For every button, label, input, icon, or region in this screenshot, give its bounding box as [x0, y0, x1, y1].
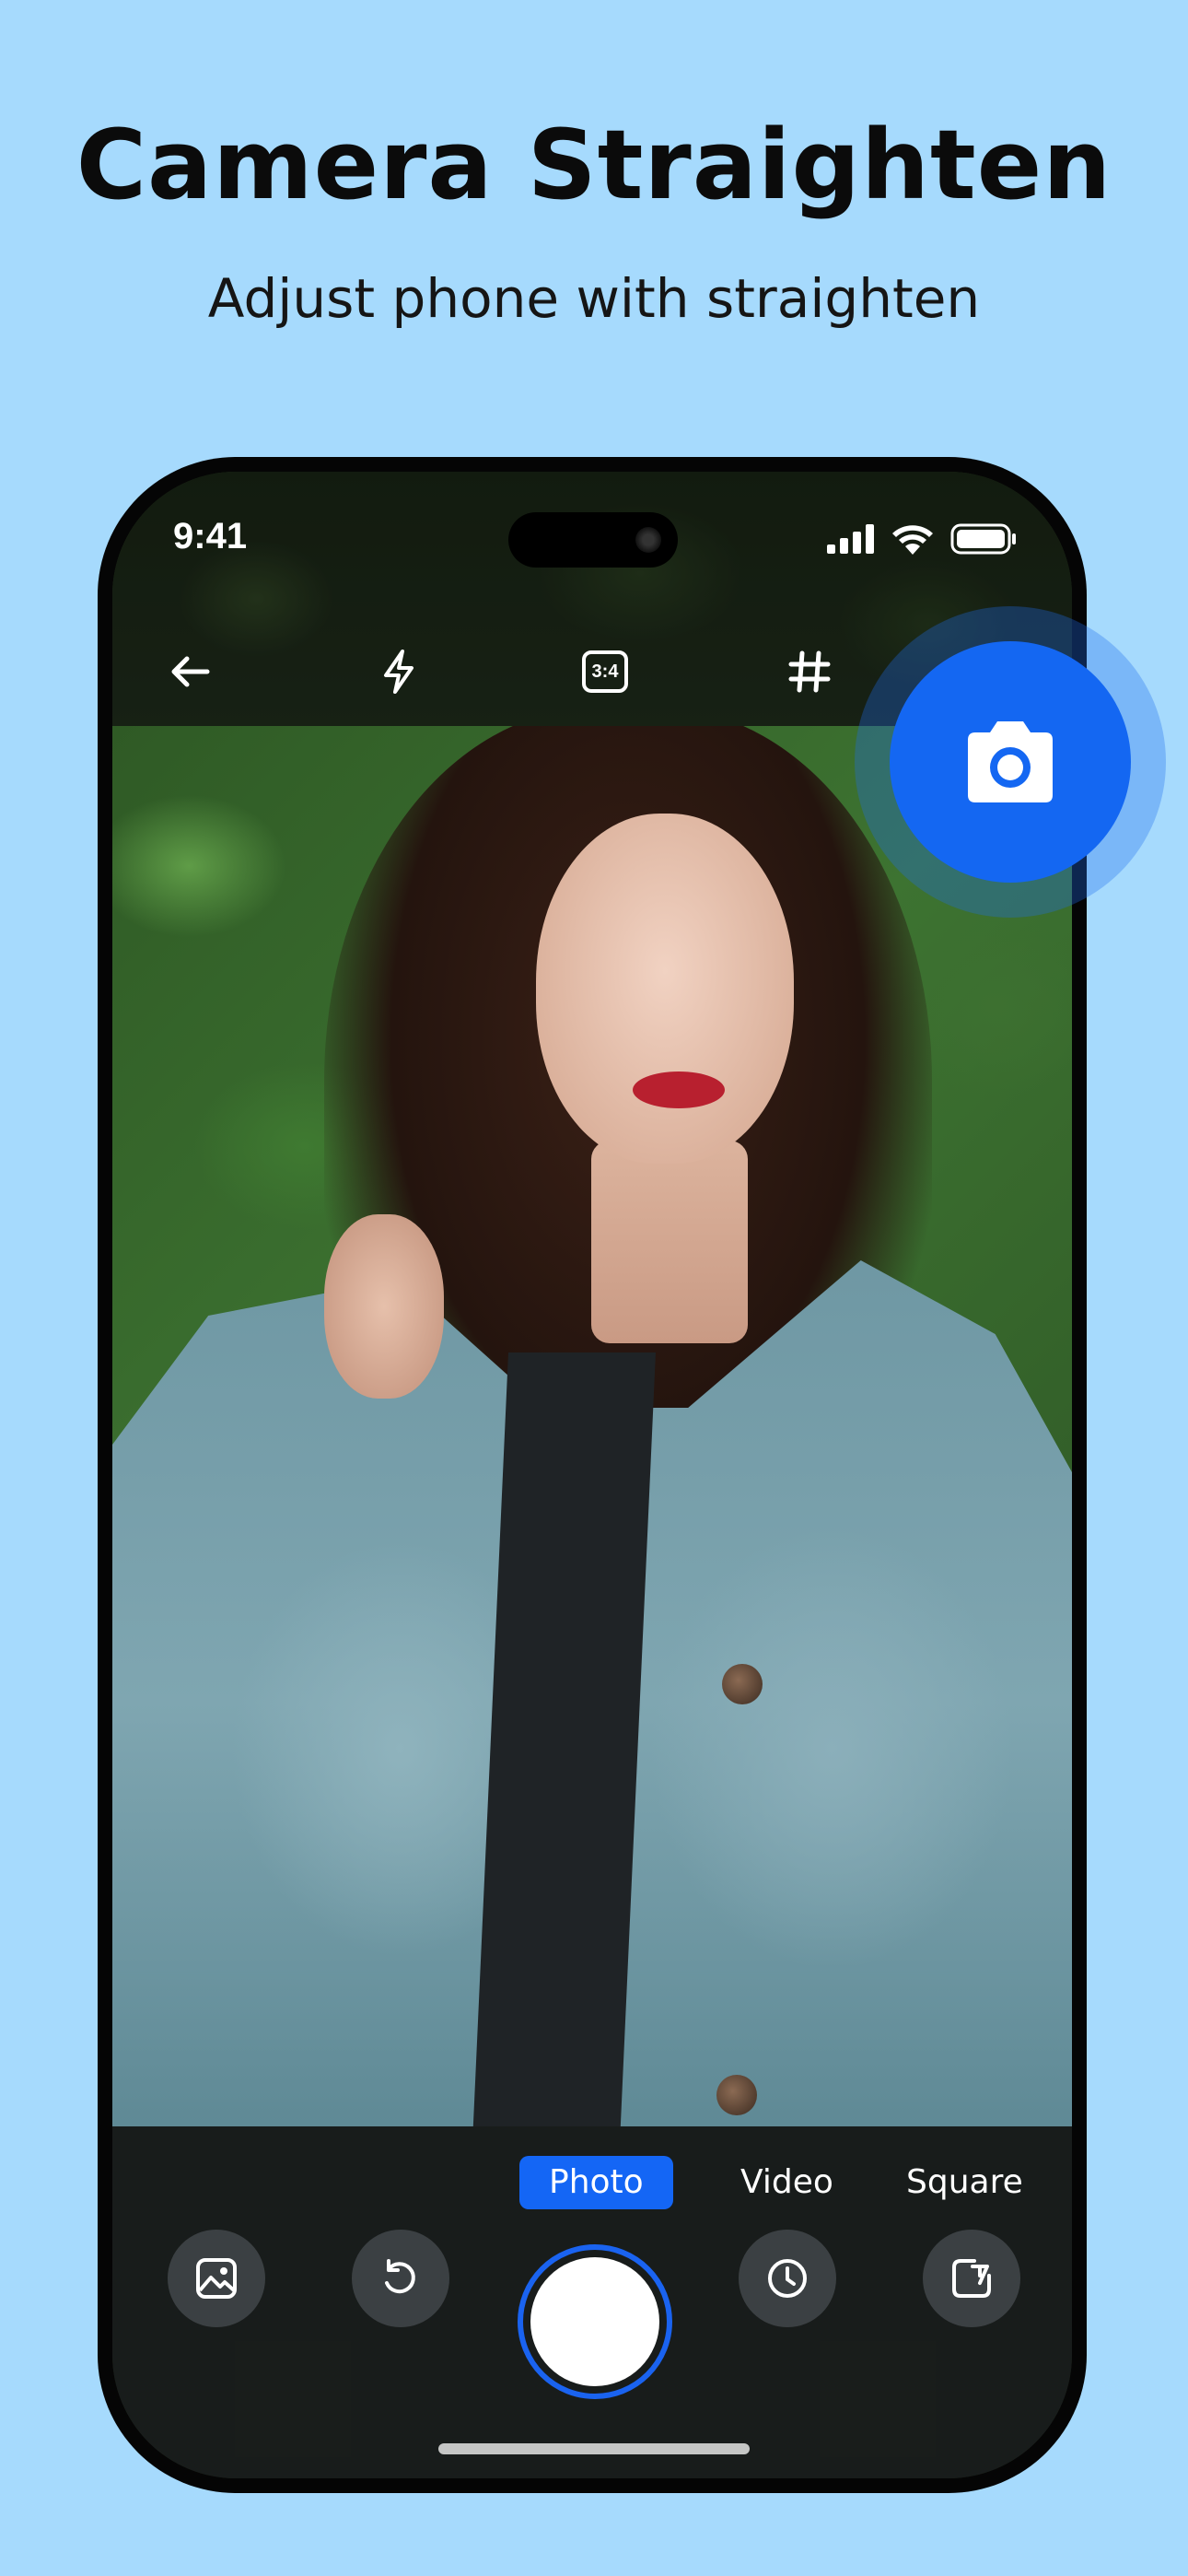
timer-button[interactable]	[739, 2230, 836, 2327]
mode-tab-square[interactable]: Square	[877, 2156, 1053, 2209]
status-icons	[827, 523, 1017, 558]
grid-icon[interactable]	[777, 639, 842, 704]
home-indicator	[438, 2443, 750, 2454]
shutter-button[interactable]	[518, 2244, 672, 2399]
dynamic-island	[508, 512, 678, 568]
mode-tab-video[interactable]: Video	[711, 2156, 863, 2209]
headline: Camera Straighten	[76, 109, 1112, 221]
wifi-icon	[891, 523, 934, 558]
rotate-icon	[385, 2259, 415, 2294]
aspect-ratio-label: 3:4	[582, 650, 628, 693]
camera-feature-button[interactable]	[890, 641, 1131, 883]
straighten-icon	[952, 2259, 991, 2298]
camera-icon	[968, 721, 1053, 802]
gallery-icon	[196, 2258, 237, 2299]
back-arrow-icon[interactable]	[158, 639, 223, 704]
gallery-button[interactable]	[168, 2230, 265, 2327]
straighten-button[interactable]	[923, 2230, 1020, 2327]
viewfinder-photo	[112, 726, 1072, 2126]
flash-icon[interactable]	[367, 639, 431, 704]
signal-icon	[827, 524, 875, 557]
battery-icon	[950, 523, 1017, 558]
rotate-button[interactable]	[352, 2230, 449, 2327]
status-time: 9:41	[173, 516, 248, 556]
mode-tab-photo[interactable]: Photo	[519, 2156, 673, 2209]
aspect-ratio-icon[interactable]: 3:4	[573, 639, 637, 704]
subheadline: Adjust phone with straighten	[207, 267, 981, 330]
timer-icon	[768, 2259, 807, 2298]
